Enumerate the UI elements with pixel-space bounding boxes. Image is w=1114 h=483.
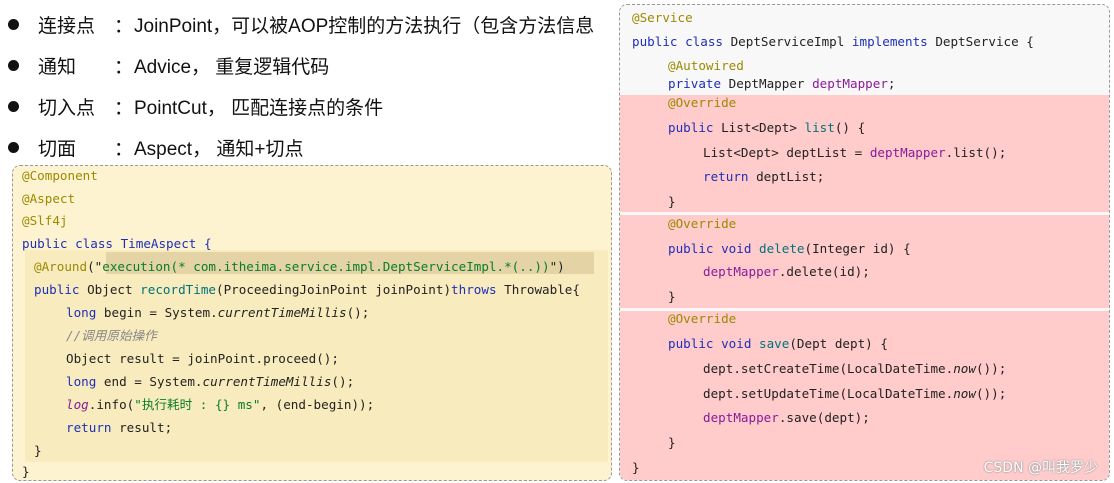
colon: ： (114, 15, 134, 37)
term-label: 切面 (38, 138, 77, 160)
bullet-dot (8, 60, 19, 71)
list-item: 通知 ： Advice， 重复逻辑代码 (8, 45, 618, 86)
term-description: JoinPoint，可以被AOP控制的方法执行（包含方法信息 (134, 16, 595, 37)
bullet-dot (8, 19, 19, 30)
colon: ： (114, 97, 134, 119)
code-line: deptMapper.delete(id); (703, 264, 870, 279)
concept-list: 连接点 ： JoinPoint，可以被AOP控制的方法执行（包含方法信息 通知 … (8, 4, 618, 168)
code-comment: //调用原始操作 (66, 328, 157, 343)
code-line: long begin = System.currentTimeMillis(); (66, 305, 370, 320)
code-line: public class DeptServiceImpl implements … (632, 34, 1034, 49)
code-line: public void delete(Integer id) { (668, 241, 911, 256)
code-line: } (668, 289, 676, 304)
code-line: private DeptMapper deptMapper; (668, 76, 896, 91)
code-line: log.info("执行耗时 : {} ms", (end-begin)); (66, 397, 375, 412)
code-line: return result; (66, 420, 173, 435)
code-line: @Component (22, 168, 98, 183)
code-line: @Service (632, 10, 693, 25)
code-line: @Aspect (22, 191, 76, 206)
term-label: 切入点 (38, 97, 96, 119)
code-line: } (668, 435, 676, 450)
code-line: dept.setCreateTime(LocalDateTime.now()); (703, 361, 1007, 376)
term-description: Advice， 重复逻辑代码 (134, 57, 330, 78)
code-line: public List<Dept> list() { (668, 120, 866, 135)
list-item: 切入点 ： PointCut， 匹配连接点的条件 (8, 86, 618, 127)
list-item: 切面 ： Aspect， 通知+切点 (8, 127, 618, 168)
code-line: return deptList; (703, 169, 825, 184)
code-line: @Around("execution(* com.itheima.service… (34, 259, 565, 274)
code-line: @Override (668, 95, 737, 110)
code-line: @Override (668, 311, 737, 326)
term-description: Aspect， 通知+切点 (134, 139, 304, 160)
code-line: @Override (668, 216, 737, 231)
bullet-dot (8, 142, 19, 153)
service-code-panel: @Service public class DeptServiceImpl im… (619, 4, 1110, 481)
code-line: } (22, 464, 30, 479)
term-label: 连接点 (38, 15, 96, 37)
code-line: dept.setUpdateTime(LocalDateTime.now()); (703, 386, 1007, 401)
code-line: } (632, 460, 640, 475)
code-line: long end = System.currentTimeMillis(); (66, 374, 355, 389)
colon: ： (114, 56, 134, 78)
code-line: @Autowired (668, 58, 744, 73)
code-line: deptMapper.save(dept); (703, 410, 870, 425)
bullet-dot (8, 101, 19, 112)
term-description: PointCut， 匹配连接点的条件 (134, 98, 384, 119)
code-line: public class TimeAspect { (22, 236, 212, 251)
term-label: 通知 (38, 56, 77, 78)
watermark: CSDN @叫我罗少 (983, 460, 1098, 476)
code-line: public Object recordTime(ProceedingJoinP… (34, 282, 580, 297)
aspect-code-panel: @Component @Aspect @Slf4j public class T… (12, 165, 612, 481)
code-line: Object result = joinPoint.proceed(); (66, 351, 339, 366)
code-line: } (34, 443, 42, 458)
code-line: List<Dept> deptList = deptMapper.list(); (703, 145, 1007, 160)
code-line: @Slf4j (22, 213, 68, 228)
colon: ： (114, 138, 134, 160)
code-line: public void save(Dept dept) { (668, 336, 888, 351)
code-line: } (668, 194, 676, 209)
list-item: 连接点 ： JoinPoint，可以被AOP控制的方法执行（包含方法信息 (8, 4, 618, 45)
